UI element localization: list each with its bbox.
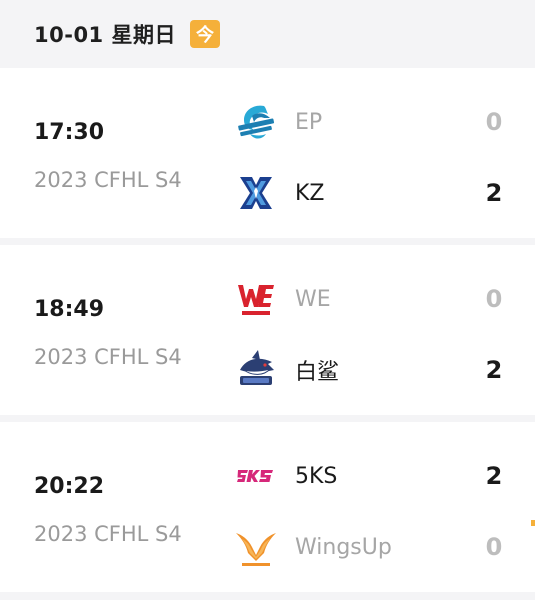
team-score: 0 — [485, 285, 503, 313]
team-row-kz: KZ 2 — [234, 169, 514, 217]
team-row-ep: EP 0 — [234, 98, 514, 146]
match-card[interactable]: 20:22 2023 CFHL S4 5KS 2 WingsUp 0 — [0, 422, 535, 592]
team-we-red-logo-icon — [234, 277, 278, 321]
team-row-wingsup: WingsUp 0 — [234, 523, 514, 571]
team-row-white-shark: 白鲨 2 — [234, 346, 514, 394]
edge-indicator — [531, 520, 535, 526]
match-league: 2023 CFHL S4 — [34, 168, 182, 192]
match-card[interactable]: 17:30 2023 CFHL S4 EP 0 KZ 2 — [0, 68, 535, 238]
team-score: 0 — [485, 108, 503, 136]
match-time: 17:30 — [34, 120, 105, 145]
team-row-we: WE 0 — [234, 275, 514, 323]
team-name: EP — [295, 109, 323, 135]
team-name: WingsUp — [295, 534, 392, 560]
evolution-power-dragon-logo-icon — [234, 100, 278, 144]
date-label: 10-01 星期日 — [34, 23, 176, 47]
white-shark-logo-icon — [234, 348, 278, 392]
match-league: 2023 CFHL S4 — [34, 522, 182, 546]
match-list: 17:30 2023 CFHL S4 EP 0 KZ 2 18:49 2023 … — [0, 68, 535, 592]
team-name: 白鲨 — [295, 360, 340, 385]
match-time: 18:49 — [34, 297, 105, 322]
team-score: 2 — [485, 356, 503, 384]
match-card[interactable]: 18:49 2023 CFHL S4 WE 0 白鲨 2 — [0, 245, 535, 415]
date-header: 10-01 星期日 今 — [0, 0, 535, 68]
match-league: 2023 CFHL S4 — [34, 345, 182, 369]
team-score: 2 — [485, 462, 503, 490]
match-time: 20:22 — [34, 474, 105, 499]
team-row-5ks: 5KS 2 — [234, 452, 514, 500]
today-badge: 今 — [189, 20, 220, 48]
team-name: 5KS — [295, 463, 338, 489]
team-name: KZ — [295, 180, 325, 206]
kz-blue-x-logo-icon — [234, 171, 278, 215]
team-score: 2 — [485, 179, 503, 207]
5ks-pink-logo-icon — [234, 454, 278, 498]
team-name: WE — [295, 286, 331, 312]
wings-up-orange-logo-icon — [234, 525, 278, 569]
team-score: 0 — [485, 533, 503, 561]
